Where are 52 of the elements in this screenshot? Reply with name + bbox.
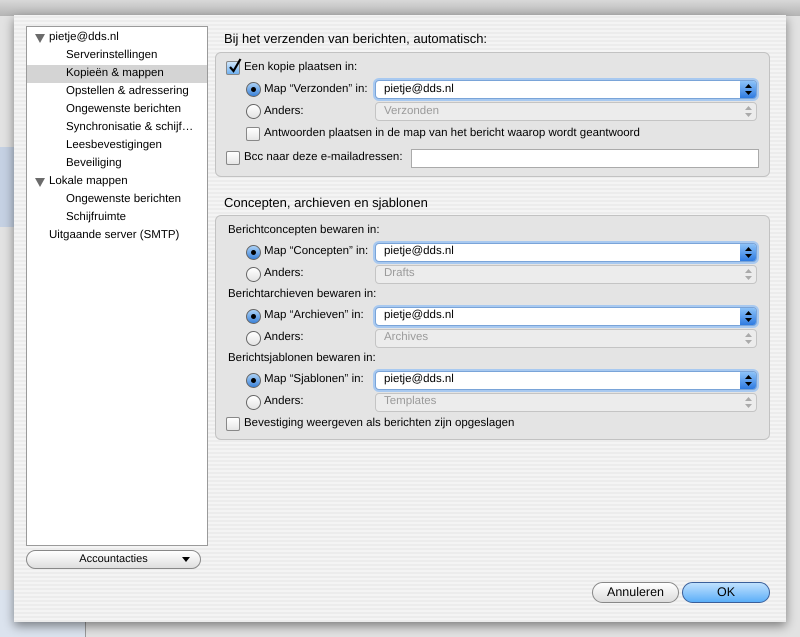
dropdown-triangle-icon [182, 557, 190, 562]
tree-item[interactable]: Synchronisatie & schijf… [27, 119, 207, 137]
section-title: Concepten, archieven en sjablonen [223, 194, 429, 212]
radio-label: Anders: [264, 394, 305, 410]
checkbox[interactable] [226, 151, 240, 165]
dropdown-select[interactable]: pietje@dds.nl [375, 306, 757, 326]
group-label: Berichtconcepten bewaren in: [228, 223, 380, 238]
radio-label: Map “Verzonden” in: [264, 82, 369, 97]
stepper-arrows-icon [740, 244, 756, 260]
radio-label: Map “Archieven” in: [264, 308, 365, 324]
radio-label: Anders: [264, 104, 305, 119]
radio-label: Anders: [264, 330, 305, 346]
checkbox[interactable] [226, 416, 240, 430]
checkbox[interactable] [246, 127, 260, 141]
stepper-arrows-icon [740, 308, 756, 324]
tree-item[interactable]: Kopieën & mappen [27, 65, 207, 83]
email-input-field[interactable] [410, 148, 759, 168]
radio-button[interactable] [246, 244, 261, 260]
stepper-arrows-icon [740, 81, 756, 98]
expanded-triangle-icon[interactable] [35, 178, 45, 186]
tree-item[interactable]: Ongewenste berichten [27, 191, 207, 209]
radio-button[interactable] [246, 82, 261, 97]
dropdown-select[interactable]: pietje@dds.nl [375, 370, 757, 390]
tree-item[interactable]: Leesbevestigingen [27, 137, 207, 155]
dropdown-select[interactable]: pietje@dds.nl [375, 80, 757, 99]
checkbox-label: Bcc naar deze e-mailadressen: [244, 150, 403, 166]
radio-button[interactable] [246, 308, 261, 324]
checkbox-label: Een kopie plaatsen in: [244, 60, 358, 76]
radio-label: Map “Concepten” in: [264, 244, 370, 260]
radio-button[interactable] [246, 372, 261, 388]
expanded-triangle-icon[interactable] [35, 34, 45, 42]
dropdown-select[interactable]: pietje@dds.nl [375, 242, 757, 262]
account-actions-button[interactable]: Accountacties [26, 550, 201, 569]
checkbox-label: Bevestiging weergeven als berichten zijn opgeslagen [244, 416, 514, 431]
tree-item[interactable]: Beveiliging [27, 155, 207, 173]
checkbox[interactable] [226, 61, 240, 75]
tree-item[interactable]: Serverinstellingen [27, 47, 207, 65]
tree-item[interactable]: Uitgaande server (SMTP) [27, 227, 207, 245]
radio-label: Map “Sjablonen” in: [264, 372, 365, 388]
section-title: Bij het verzenden van berichten, automatisch: [223, 30, 488, 48]
dialog-button[interactable]: OK [682, 582, 770, 603]
checkbox-label: Antwoorden plaatsen in de map van het bericht waarop wordt geantwoord [264, 126, 640, 142]
group-label: Berichtsjablonen bewaren in: [228, 351, 376, 366]
tree-item[interactable]: Opstellen & adressering [27, 83, 207, 101]
group-label: Berichtarchieven bewaren in: [228, 287, 376, 302]
tree-item[interactable]: Ongewenste berichten [27, 101, 207, 119]
stepper-arrows-icon [740, 372, 756, 388]
tree-item[interactable]: pietje@dds.nl [27, 29, 207, 47]
tree-item[interactable]: Lokale mappen [27, 173, 207, 191]
dialog-button[interactable]: Annuleren [592, 582, 679, 603]
tree-item[interactable]: Schijfruimte [27, 209, 207, 227]
radio-label: Anders: [264, 266, 305, 282]
